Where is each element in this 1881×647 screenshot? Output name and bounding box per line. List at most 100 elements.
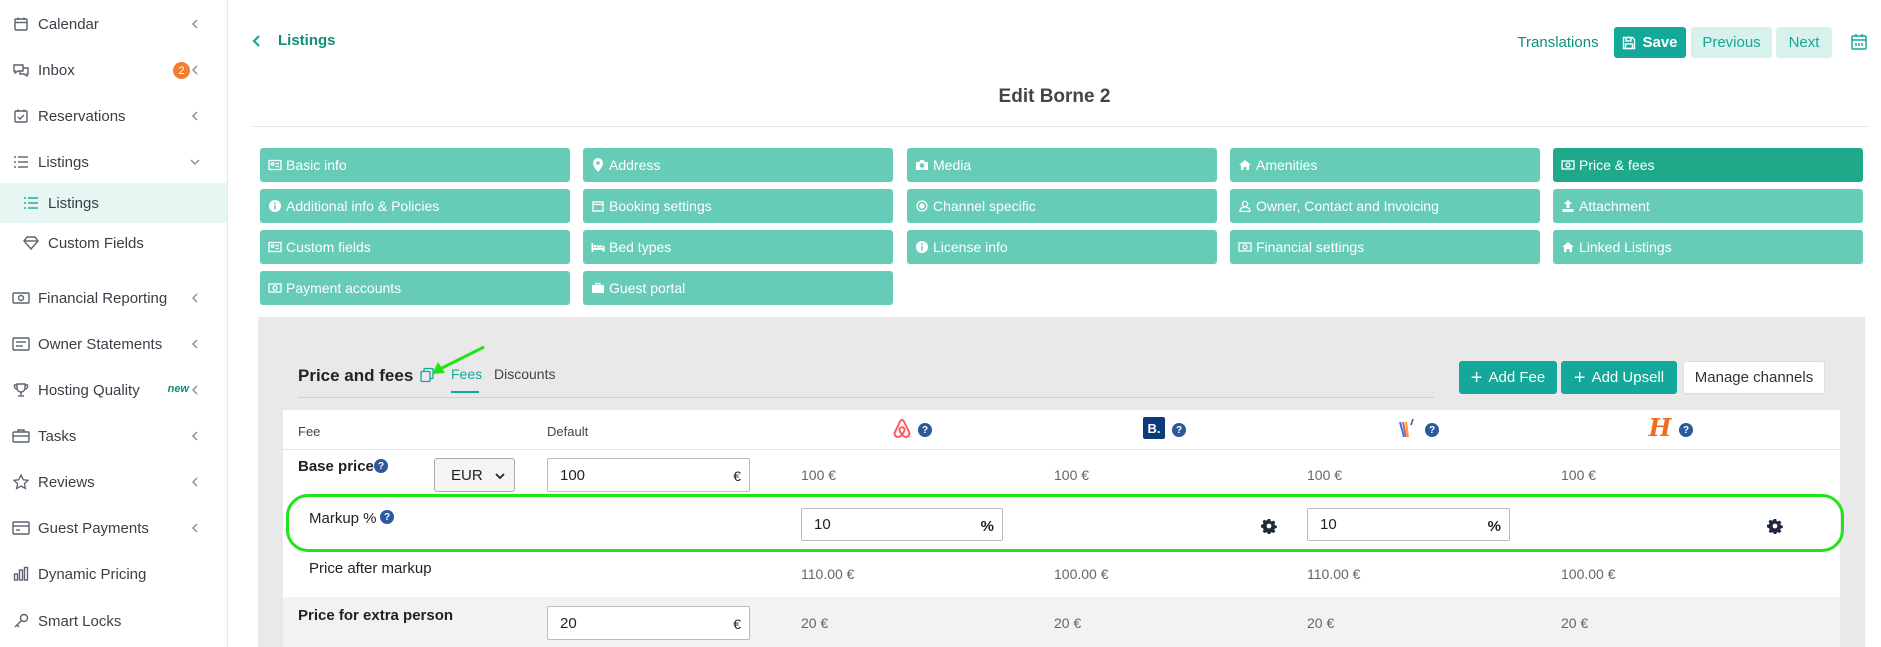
sidebar-item-label: Guest Payments	[38, 519, 149, 537]
percent-suffix: %	[1487, 518, 1501, 535]
add-upsell-button[interactable]: + Add Upsell	[1561, 361, 1677, 394]
extra-person-input[interactable]: 20 €	[547, 606, 750, 640]
inbox-icon	[11, 60, 31, 80]
tab-media[interactable]: Media	[907, 148, 1217, 182]
help-icon[interactable]: ?	[374, 459, 388, 473]
manage-channels-button[interactable]: Manage channels	[1683, 361, 1825, 394]
tab-payment-accounts[interactable]: Payment accounts	[260, 271, 570, 305]
tab-bed-types[interactable]: Bed types	[583, 230, 893, 264]
sidebar-item-owner-statements[interactable]: Owner Statements	[0, 324, 227, 364]
trophy-icon	[11, 380, 31, 400]
chevron-left-icon	[187, 474, 203, 490]
help-icon[interactable]: ?	[1679, 423, 1693, 437]
tab-attachment[interactable]: Attachment	[1553, 189, 1863, 223]
calendar-icon	[11, 14, 31, 34]
tab-guest-portal[interactable]: Guest portal	[583, 271, 893, 305]
tab-linked-listings[interactable]: Linked Listings	[1553, 230, 1863, 264]
price-after-markup-label: Price after markup	[309, 560, 432, 577]
list-icon	[11, 152, 31, 172]
tab-financial-settings[interactable]: Financial settings	[1230, 230, 1540, 264]
chart-icon	[11, 564, 31, 584]
section-title-text: Price and fees	[298, 366, 414, 385]
sidebar-item-reviews[interactable]: Reviews	[0, 462, 227, 502]
help-icon[interactable]: ?	[1172, 423, 1186, 437]
sidebar-item-reservations[interactable]: Reservations	[0, 96, 227, 136]
subtab-fees[interactable]: Fees	[451, 366, 482, 382]
markup-vrbo-input[interactable]: 10 %	[1307, 508, 1510, 541]
extra-person-homeaway: 20 €	[1561, 615, 1589, 631]
tab-owner-contact[interactable]: Owner, Contact and Invoicing	[1230, 189, 1540, 223]
plus-icon: +	[1470, 366, 1483, 389]
help-icon[interactable]: ?	[918, 423, 932, 437]
tab-booking-settings[interactable]: Booking settings	[583, 189, 893, 223]
sidebar-item-guest-payments[interactable]: Guest Payments	[0, 508, 227, 548]
extra-person-vrbo: 20 €	[1307, 615, 1335, 631]
add-fee-button[interactable]: + Add Fee	[1459, 361, 1557, 394]
sidebar-item-financial-reporting[interactable]: Financial Reporting	[0, 278, 227, 318]
tab-label: Price & fees	[1579, 157, 1655, 173]
tab-channel-specific[interactable]: Channel specific	[907, 189, 1217, 223]
tab-label: Financial settings	[1256, 239, 1365, 255]
sidebar-item-tasks[interactable]: Tasks	[0, 416, 227, 456]
sidebar-subitem-listings[interactable]: Listings	[0, 183, 227, 223]
help-icon[interactable]: ?	[1425, 423, 1439, 437]
tab-basic-info[interactable]: Basic info	[260, 148, 570, 182]
tasks-icon	[11, 426, 31, 446]
base-price-input[interactable]: 100 €	[547, 458, 750, 492]
id-card-icon	[268, 158, 282, 172]
help-icon[interactable]: ?	[380, 510, 394, 524]
save-button[interactable]: Save	[1614, 27, 1686, 58]
markup-vrbo-value: 10	[1320, 516, 1337, 533]
money-icon	[1561, 158, 1575, 172]
chevron-left-icon	[252, 34, 266, 48]
calendar-icon	[591, 199, 605, 213]
sidebar-item-label: Dynamic Pricing	[38, 565, 147, 583]
sidebar-item-dynamic-pricing[interactable]: Dynamic Pricing	[0, 554, 227, 594]
tab-amenities[interactable]: Amenities	[1230, 148, 1540, 182]
markup-airbnb-input[interactable]: 10 %	[801, 508, 1003, 541]
gear-icon[interactable]	[1261, 518, 1277, 534]
tab-address[interactable]: Address	[583, 148, 893, 182]
tab-label: Amenities	[1256, 157, 1318, 173]
save-icon	[1622, 36, 1636, 50]
currency-select[interactable]: EUR	[434, 458, 515, 492]
translations-button[interactable]: Translations	[1514, 27, 1602, 58]
sidebar-item-label: Listings	[38, 153, 89, 171]
tab-additional-info[interactable]: Additional info & Policies	[260, 189, 570, 223]
sidebar-item-inbox[interactable]: Inbox 2	[0, 50, 227, 90]
base-price-vrbo: 100 €	[1307, 467, 1343, 483]
sidebar-item-label: Financial Reporting	[38, 289, 168, 307]
sidebar-item-hosting-quality[interactable]: Hosting Quality new	[0, 370, 227, 410]
subtab-fees-underline	[451, 391, 479, 393]
sidebar-item-label: Inbox	[38, 61, 75, 79]
sidebar-item-label: Reservations	[38, 107, 126, 125]
sidebar-item-listings[interactable]: Listings	[0, 142, 227, 182]
sidebar-item-smart-locks[interactable]: Smart Locks	[0, 601, 227, 641]
sidebar-item-calendar[interactable]: Calendar	[0, 4, 227, 44]
gear-icon[interactable]	[1767, 518, 1783, 534]
chevron-left-icon	[187, 382, 203, 398]
sidebar: Calendar Inbox 2 Reservations Listings L…	[0, 0, 228, 647]
percent-suffix: %	[980, 518, 994, 535]
briefcase-icon	[591, 281, 605, 295]
sidebar-subitem-custom-fields[interactable]: Custom Fields	[0, 223, 227, 263]
vrbo-logo-icon	[1395, 416, 1419, 440]
subtab-discounts[interactable]: Discounts	[494, 366, 555, 382]
previous-button[interactable]: Previous	[1691, 27, 1772, 58]
card-icon	[11, 518, 31, 538]
back-to-listings-link[interactable]: Listings	[252, 32, 336, 49]
info-icon	[268, 199, 282, 213]
tab-price-fees[interactable]: Price & fees	[1553, 148, 1863, 182]
markup-airbnb-value: 10	[814, 516, 831, 533]
tab-license-info[interactable]: License info	[907, 230, 1217, 264]
tab-custom-fields[interactable]: Custom fields	[260, 230, 570, 264]
next-button[interactable]: Next	[1776, 27, 1832, 58]
extra-person-booking: 20 €	[1054, 615, 1082, 631]
sidebar-item-label: Hosting Quality	[38, 381, 140, 399]
airbnb-logo-icon	[890, 416, 914, 440]
tab-label: Booking settings	[609, 198, 712, 214]
calendar-icon[interactable]	[1850, 33, 1868, 51]
page-title: Edit Borne 2	[998, 86, 1111, 107]
chevron-left-icon	[187, 290, 203, 306]
plus-icon: +	[1573, 366, 1586, 389]
